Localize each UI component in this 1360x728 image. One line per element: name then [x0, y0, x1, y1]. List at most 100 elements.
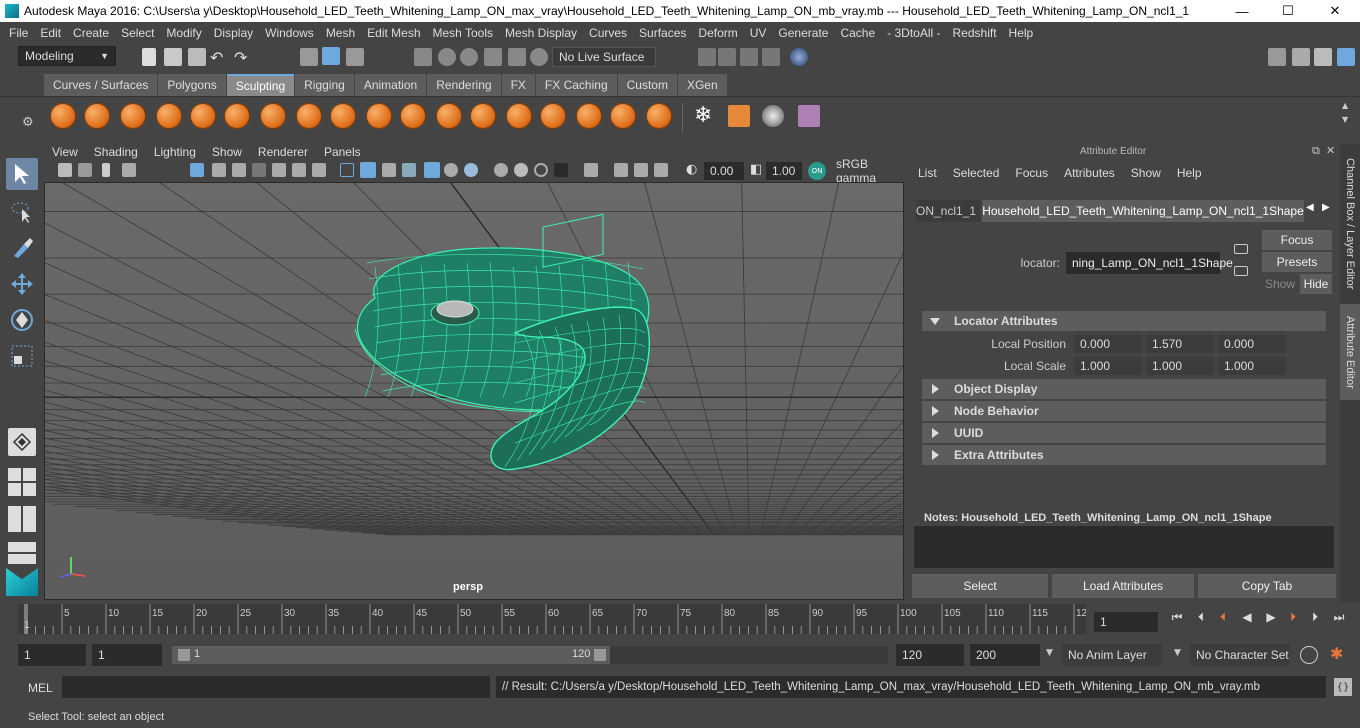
snap-point-icon[interactable]	[460, 48, 478, 66]
field-chart-icon[interactable]	[272, 163, 286, 177]
tab-sculpting[interactable]: Sculpting	[226, 74, 295, 96]
lighting-icon[interactable]	[464, 163, 478, 177]
render-frame-icon[interactable]	[718, 48, 736, 66]
menu-select[interactable]: Select	[115, 26, 160, 40]
teeth-whitening-lamp-wireframe[interactable]	[354, 213, 651, 471]
tab-fx-caching[interactable]: FX Caching	[535, 74, 617, 96]
screen-ao-icon[interactable]	[494, 163, 508, 177]
film-gate-icon[interactable]	[212, 163, 226, 177]
toggle-channel-box-icon[interactable]	[1314, 48, 1332, 66]
tab-custom[interactable]: Custom	[617, 74, 677, 96]
lasso-tool-icon[interactable]	[6, 196, 38, 228]
ae-menu-focus[interactable]: Focus	[1015, 166, 1048, 180]
foamy-tool-icon[interactable]	[260, 103, 286, 129]
motion-blur-icon[interactable]	[514, 163, 528, 177]
menu-uv[interactable]: UV	[744, 26, 773, 40]
animation-start-field[interactable]: 1	[18, 644, 86, 666]
timeline-track[interactable]: 5 10 15 20 25 30 35 40 45 50 55 60 65 70 75 80 85 90 95 100…	[18, 604, 1088, 634]
go-to-end-icon[interactable]: ⏭	[1330, 608, 1348, 626]
toggle-attribute-editor-icon[interactable]	[1337, 48, 1355, 66]
snap-grid-icon[interactable]	[414, 48, 432, 66]
tab-fx[interactable]: FX	[501, 74, 535, 96]
color-management-toggle[interactable]: ON	[808, 162, 826, 180]
view-transform-field[interactable]: sRGB gamma	[830, 157, 902, 185]
extra-attributes-section[interactable]: Extra Attributes	[922, 445, 1326, 465]
shelf-scroll-down-icon[interactable]: ▼	[1342, 115, 1348, 124]
undo-icon[interactable]: ↶	[210, 48, 223, 67]
play-backwards-icon[interactable]: ◀	[1238, 608, 1256, 626]
smooth-tool-icon[interactable]	[84, 103, 110, 129]
ae-menu-list[interactable]: List	[918, 166, 937, 180]
save-scene-icon[interactable]	[188, 48, 206, 66]
anim-layer-chevron-icon[interactable]: ▼	[1046, 648, 1053, 658]
ae-menu-selected[interactable]: Selected	[953, 166, 1000, 180]
uuid-section[interactable]: UUID	[922, 423, 1326, 443]
auto-key-icon[interactable]	[1300, 646, 1318, 664]
ae-menu-help[interactable]: Help	[1177, 166, 1202, 180]
minimize-button[interactable]: —	[1219, 0, 1265, 22]
select-tool-icon[interactable]	[6, 158, 38, 190]
menu-mesh-tools[interactable]: Mesh Tools	[427, 26, 499, 40]
go-to-output-icon[interactable]	[1234, 266, 1248, 276]
wax-tool-icon[interactable]	[400, 103, 426, 129]
use-all-lights-icon[interactable]	[424, 162, 440, 178]
snap-surface-icon[interactable]	[508, 48, 526, 66]
tab-rendering[interactable]: Rendering	[427, 74, 501, 96]
panel-menu-view[interactable]: View	[44, 145, 86, 159]
bookmark-icon[interactable]	[102, 163, 110, 177]
toggle-layout-icon[interactable]	[1292, 48, 1310, 66]
gamma-field[interactable]: 1.00	[766, 162, 802, 180]
menu-generate[interactable]: Generate	[772, 26, 834, 40]
new-scene-icon[interactable]	[142, 48, 156, 66]
ipr-render-icon[interactable]	[740, 48, 758, 66]
step-back-key-icon[interactable]: ⏴	[1214, 608, 1232, 626]
menu-surfaces[interactable]: Surfaces	[633, 26, 692, 40]
side-by-side-layout-icon[interactable]	[8, 506, 36, 532]
local-position-x-field[interactable]: 0.000	[1074, 335, 1142, 353]
freeze-tool-icon[interactable]	[646, 103, 672, 129]
tab-curves-surfaces[interactable]: Curves / Surfaces	[44, 74, 158, 96]
menu-deform[interactable]: Deform	[692, 26, 743, 40]
go-to-input-icon[interactable]	[1234, 244, 1248, 254]
textured-icon[interactable]	[402, 163, 416, 177]
range-right-handle[interactable]	[594, 649, 606, 661]
resolution-gate-icon[interactable]	[232, 163, 246, 177]
perspective-viewport[interactable]: persp	[44, 182, 904, 600]
anim-layer-field[interactable]: No Anim Layer	[1062, 644, 1162, 666]
scrape-tool-icon[interactable]	[436, 103, 462, 129]
knife-tool-icon[interactable]	[506, 103, 532, 129]
render-settings-icon[interactable]	[762, 48, 780, 66]
camera-lock-icon[interactable]	[78, 163, 92, 177]
panel-menu-panels[interactable]: Panels	[316, 145, 369, 159]
step-forward-frame-icon[interactable]: ⏵	[1306, 608, 1324, 626]
snap-curve-icon[interactable]	[438, 48, 456, 66]
close-panel-icon[interactable]: ✕	[1326, 144, 1335, 157]
step-forward-key-icon[interactable]: ⏵	[1284, 608, 1302, 626]
panel-menu-renderer[interactable]: Renderer	[250, 145, 316, 159]
shelf-gear-icon[interactable]: ⚙	[22, 115, 34, 130]
xray-joints-icon[interactable]	[654, 163, 668, 177]
menu-display[interactable]: Display	[208, 26, 259, 40]
select-component-icon[interactable]	[346, 48, 364, 66]
menu-mesh[interactable]: Mesh	[320, 26, 361, 40]
gate-mask-icon[interactable]	[252, 163, 266, 177]
menu-file[interactable]: File	[0, 26, 34, 40]
command-input[interactable]	[62, 676, 490, 698]
tab-channel-box[interactable]: Channel Box / Layer Editor	[1340, 150, 1360, 298]
exposure-field[interactable]: 0.00	[704, 162, 744, 180]
tab-animation[interactable]: Animation	[354, 74, 427, 96]
depth-of-field-icon[interactable]	[554, 163, 568, 177]
repeat-tool-icon[interactable]	[330, 103, 356, 129]
current-frame-field[interactable]: 1	[1094, 612, 1158, 632]
camera-attributes-icon[interactable]	[58, 163, 72, 177]
local-position-y-field[interactable]: 1.570	[1146, 335, 1214, 353]
character-set-chevron-icon[interactable]: ▼	[1174, 648, 1181, 658]
scale-tool-icon[interactable]	[6, 340, 38, 372]
animation-end-field[interactable]: 200	[970, 644, 1040, 666]
bulge-tool-icon[interactable]	[576, 103, 602, 129]
show-button[interactable]: Show	[1262, 274, 1298, 294]
range-left-handle[interactable]	[178, 649, 190, 661]
relax-tool-icon[interactable]	[120, 103, 146, 129]
pinch-tool-icon[interactable]	[190, 103, 216, 129]
paint-select-tool-icon[interactable]	[6, 232, 38, 264]
